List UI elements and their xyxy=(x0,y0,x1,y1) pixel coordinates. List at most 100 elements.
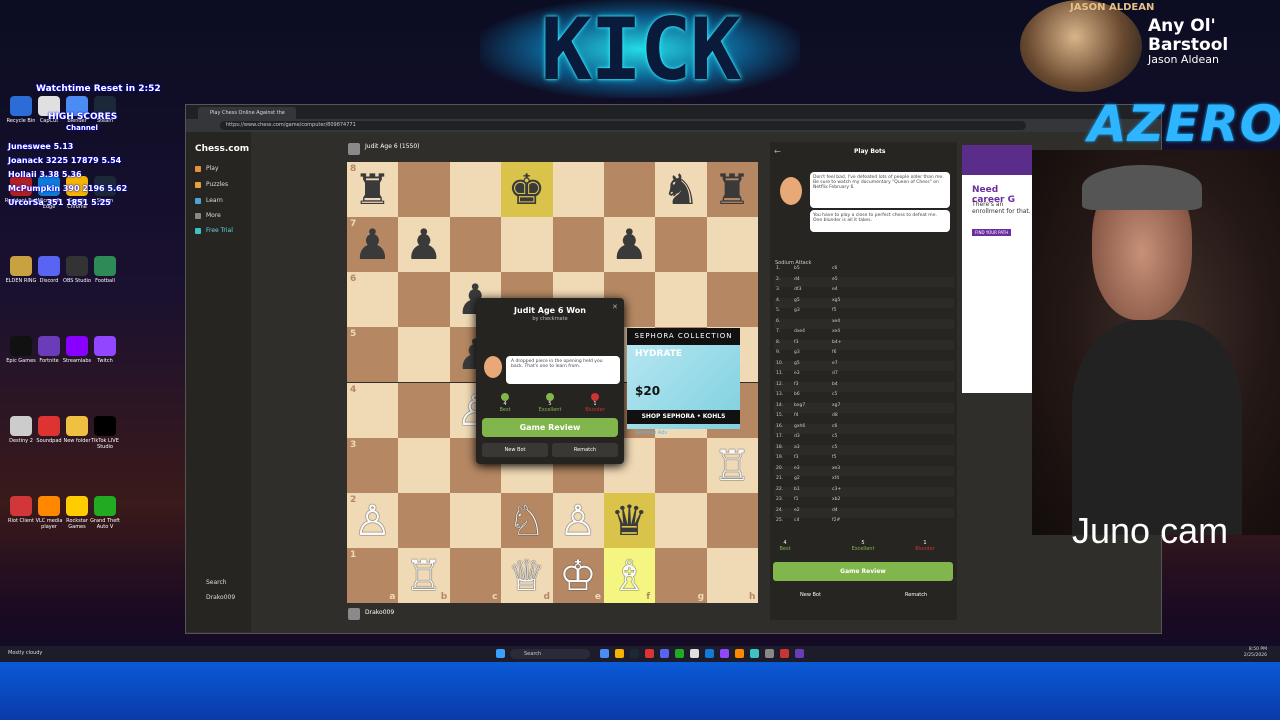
black-move[interactable]: xe4 xyxy=(832,319,840,324)
chess-piece[interactable]: ♗ xyxy=(604,548,655,603)
move-row[interactable]: 5. g3 f5 xyxy=(774,308,954,318)
sephora-ad[interactable]: SEPHORA COLLECTION HYDRATE $20 SHOP SEPH… xyxy=(627,328,740,429)
square-c7[interactable] xyxy=(449,217,502,273)
move-row[interactable]: 16. gxh6 c6 xyxy=(774,423,954,434)
move-row[interactable]: 18. a3 c5 xyxy=(774,444,954,455)
nav-search[interactable]: Search xyxy=(206,579,227,586)
move-row[interactable]: 22. b1 c3+ xyxy=(774,486,954,497)
taskbar-app-icon[interactable] xyxy=(630,649,639,658)
nav-more[interactable]: More xyxy=(206,212,221,219)
chess-piece[interactable]: ♘ xyxy=(501,493,552,548)
desktop-icon[interactable] xyxy=(38,336,60,356)
square-c8[interactable] xyxy=(449,162,502,218)
square-h6[interactable] xyxy=(706,272,759,328)
black-move[interactable]: c5 xyxy=(832,445,837,450)
white-move[interactable]: b6 xyxy=(794,392,800,397)
move-list[interactable]: 1. b5 c6 2. d4 e5 3. dt3 e4 4. g5 xg5 5. g3 f5 6. xe4 7. d… xyxy=(774,266,954,531)
move-row[interactable]: 13. b6 c5 xyxy=(774,392,954,402)
square-h2[interactable] xyxy=(706,492,759,548)
move-row[interactable]: 7. dxe4 xe4 xyxy=(774,329,954,339)
square-b5[interactable] xyxy=(398,327,450,383)
taskbar-app-icon[interactable] xyxy=(750,649,759,658)
taskbar-app-icon[interactable] xyxy=(765,649,774,658)
black-move[interactable]: f2# xyxy=(832,518,840,523)
black-move[interactable]: xg5 xyxy=(832,298,840,303)
desktop-icon[interactable] xyxy=(10,256,32,276)
remove-ads-link[interactable]: Remove Ads xyxy=(636,430,667,436)
chess-piece[interactable]: ♛ xyxy=(604,493,655,548)
taskbar-app-icon[interactable] xyxy=(690,649,699,658)
chess-piece[interactable]: ♙ xyxy=(553,493,604,548)
black-move[interactable]: c5 xyxy=(832,392,837,397)
move-row[interactable]: 25. c4 f2# xyxy=(774,518,954,528)
black-move[interactable]: xf4 xyxy=(832,476,839,481)
black-move[interactable]: d4 xyxy=(832,508,838,513)
black-move[interactable]: e5 xyxy=(832,277,838,282)
nav-play[interactable]: Play xyxy=(206,165,219,172)
white-move[interactable]: gxh6 xyxy=(794,424,805,429)
rematch-button[interactable]: Rematch xyxy=(552,443,618,457)
move-row[interactable]: 12. f3 b4 xyxy=(774,381,954,392)
white-move[interactable]: g5 xyxy=(794,298,800,303)
black-move[interactable]: c6 xyxy=(832,424,837,429)
square-g7[interactable] xyxy=(655,217,707,273)
desktop-icon[interactable] xyxy=(94,336,116,356)
move-row[interactable]: 15. f4 d8 xyxy=(774,413,954,423)
white-move[interactable]: f4 xyxy=(794,413,798,418)
chess-piece[interactable]: ♞ xyxy=(655,162,706,217)
panel-game-review-button[interactable]: Game Review xyxy=(773,562,953,581)
square-b2[interactable] xyxy=(398,492,450,548)
chess-piece[interactable]: ♟ xyxy=(604,217,655,272)
square-f8[interactable] xyxy=(603,162,656,218)
taskbar-search[interactable]: Search xyxy=(510,649,590,659)
back-arrow-icon[interactable]: ← xyxy=(774,147,781,156)
black-move[interactable]: f6 xyxy=(832,350,836,355)
black-move[interactable]: c6 xyxy=(832,266,837,271)
chess-piece[interactable]: ♕ xyxy=(501,548,552,603)
nav-puzzles[interactable]: Puzzles xyxy=(206,181,228,188)
black-move[interactable]: d8 xyxy=(832,413,838,418)
square-e8[interactable] xyxy=(552,162,604,218)
black-move[interactable]: xe4 xyxy=(832,329,840,334)
black-move[interactable]: xg7 xyxy=(832,403,840,408)
weather-widget[interactable]: Mostly cloudy xyxy=(8,650,42,656)
black-move[interactable]: f5 xyxy=(832,308,836,313)
panel-new-bot-button[interactable]: New Bot xyxy=(800,592,821,598)
chess-piece[interactable]: ♜ xyxy=(707,162,758,217)
white-move[interactable]: a3 xyxy=(794,445,800,450)
move-row[interactable]: 14. bxg7 xg7 xyxy=(774,402,954,413)
white-move[interactable]: d4 xyxy=(794,277,800,282)
black-move[interactable]: e7 xyxy=(832,361,838,366)
move-row[interactable]: 11. e3 d7 xyxy=(774,371,954,381)
career-ad-cta[interactable]: FIND YOUR PATH xyxy=(972,229,1012,236)
move-row[interactable]: 21. g2 xf4 xyxy=(774,476,954,486)
move-row[interactable]: 1. b5 c6 xyxy=(774,266,954,276)
white-move[interactable]: g5 xyxy=(794,361,800,366)
taskbar-app-icon[interactable] xyxy=(705,649,714,658)
taskbar-app-icon[interactable] xyxy=(600,649,609,658)
taskbar-app-icon[interactable] xyxy=(645,649,654,658)
white-move[interactable]: f3 xyxy=(794,455,798,460)
square-h7[interactable] xyxy=(706,217,759,273)
white-move[interactable]: dt3 xyxy=(794,287,801,292)
chess-piece[interactable]: ♙ xyxy=(347,493,398,548)
taskbar-app-icon[interactable] xyxy=(795,649,804,658)
black-move[interactable]: d7 xyxy=(832,371,838,376)
desktop-icon[interactable] xyxy=(94,256,116,276)
move-row[interactable]: 17. d3 c5 xyxy=(774,434,954,444)
black-move[interactable]: c5 xyxy=(832,434,837,439)
chess-piece[interactable]: ♚ xyxy=(501,162,552,217)
move-row[interactable]: 3. dt3 e4 xyxy=(774,287,954,297)
nav-profile[interactable]: Drako009 xyxy=(206,594,235,601)
move-row[interactable]: 9. g3 f6 xyxy=(774,350,954,360)
chess-piece[interactable]: ♟ xyxy=(347,217,398,272)
white-move[interactable]: e2 xyxy=(794,508,800,513)
desktop-icon[interactable] xyxy=(94,496,116,516)
white-move[interactable]: e3 xyxy=(794,371,800,376)
move-row[interactable]: 23. f1 xb2 xyxy=(774,497,954,507)
square-g6[interactable] xyxy=(655,272,707,328)
black-move[interactable]: b4 xyxy=(832,382,838,387)
move-row[interactable]: 24. e2 d4 xyxy=(774,507,954,518)
taskbar-app-icon[interactable] xyxy=(780,649,789,658)
black-move[interactable]: c3+ xyxy=(832,487,841,492)
